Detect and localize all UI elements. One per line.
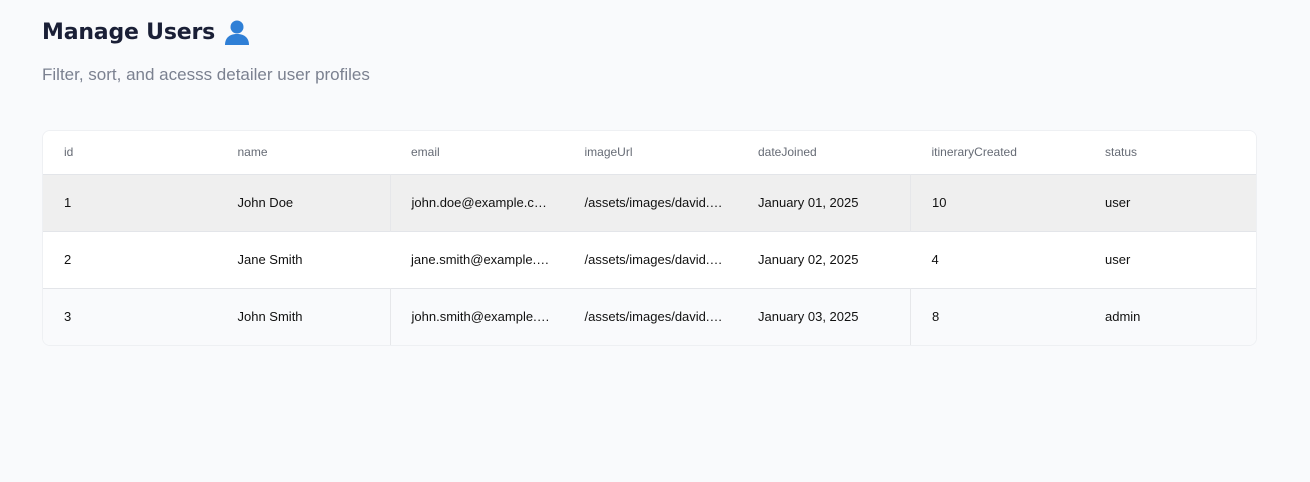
table-body: 1 John Doe john.doe@example.com /assets/… bbox=[43, 174, 1256, 345]
cell-id: 3 bbox=[64, 309, 72, 325]
table-header-row: id name email imageUrl dateJoined itiner… bbox=[43, 131, 1256, 174]
cell-status: admin bbox=[1105, 309, 1141, 325]
cell-name: John Smith bbox=[237, 309, 303, 325]
title-row: Manage Users bbox=[42, 16, 370, 48]
column-header-date-joined[interactable]: dateJoined bbox=[737, 131, 911, 174]
cell-itinerary-created: 10 bbox=[932, 195, 947, 210]
users-table-container: id name email imageUrl dateJoined itiner… bbox=[42, 130, 1257, 346]
table-row[interactable]: 1 John Doe john.doe@example.com /assets/… bbox=[43, 174, 1256, 231]
cell-status: user bbox=[1105, 252, 1131, 267]
cell-email: john.smith@example.com bbox=[389, 288, 564, 345]
page-header: Manage Users Filter, sort, and acesss de… bbox=[42, 16, 370, 85]
column-header-status[interactable]: status bbox=[1084, 131, 1256, 174]
cell-image-url: /assets/images/david.webp bbox=[584, 195, 738, 210]
user-silhouette-icon bbox=[223, 18, 251, 46]
cell-date-joined: January 01, 2025 bbox=[737, 174, 911, 231]
column-header-itinerary-created[interactable]: itineraryCreated bbox=[910, 131, 1084, 174]
column-header-id[interactable]: id bbox=[43, 131, 217, 174]
cell-image-url: /assets/images/david.webp bbox=[584, 309, 738, 325]
table-row[interactable]: 2 Jane Smith jane.smith@example.com /ass… bbox=[43, 231, 1256, 288]
cell-date-joined: January 02, 2025 bbox=[758, 252, 859, 267]
cell-itinerary-created: 8 bbox=[932, 309, 940, 325]
cell-email: jane.smith@example.com bbox=[411, 252, 561, 267]
cell-itinerary-created: 4 bbox=[931, 252, 939, 267]
column-header-image-url[interactable]: imageUrl bbox=[563, 131, 737, 174]
cell-name: Jane Smith bbox=[237, 252, 303, 267]
column-header-email[interactable]: email bbox=[390, 131, 564, 174]
page-subtitle: Filter, sort, and acesss detailer user p… bbox=[42, 65, 370, 84]
table-header: id name email imageUrl dateJoined itiner… bbox=[43, 131, 1256, 174]
column-header-name[interactable]: name bbox=[216, 131, 390, 174]
manage-users-page: Manage Users Filter, sort, and acesss de… bbox=[0, 0, 1310, 482]
cell-id: 2 bbox=[64, 252, 72, 267]
cell-status: user bbox=[1105, 195, 1131, 210]
users-table: id name email imageUrl dateJoined itiner… bbox=[43, 131, 1256, 345]
cell-id: 1 bbox=[64, 195, 72, 210]
cell-email: john.doe@example.com bbox=[389, 174, 564, 231]
table-row[interactable]: 3 John Smith john.smith@example.com /ass… bbox=[43, 288, 1256, 345]
cell-name: John Doe bbox=[237, 195, 294, 210]
cell-image-url: /assets/images/david.webp bbox=[584, 252, 738, 267]
page-title: Manage Users bbox=[42, 19, 215, 45]
cell-date-joined: January 03, 2025 bbox=[737, 288, 911, 345]
